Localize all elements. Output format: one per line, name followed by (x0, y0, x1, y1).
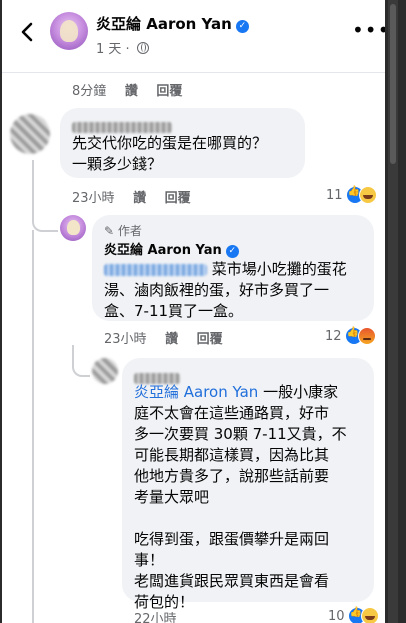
reply-text: 菜市場小吃攤的蛋花 (104, 259, 366, 280)
reply-author[interactable]: 炎亞綸 Aaron Yan ✓ (104, 239, 239, 258)
reply-bubble: ✎ 作者 炎亞綸 Aaron Yan ✓ 菜市場小吃攤的蛋花 湯、滷肉飯裡的蛋，好… (92, 215, 374, 321)
post-meta: 1 天 · (96, 38, 149, 57)
reply-bubble: 炎亞綸 Aaron Yan 一般小康家 庭不太會在這些通路買，好市 多一次要買 … (122, 358, 374, 611)
back-arrow-icon[interactable] (16, 20, 40, 44)
haha-reaction-icon (358, 186, 377, 204)
reply-text-rest: 湯、滷肉飯裡的蛋，好市多買了一 盒、7-11買了一盒。 (104, 281, 330, 320)
reply-button[interactable]: 回覆 (156, 84, 182, 99)
like-button[interactable]: 讚 (165, 332, 178, 347)
reaction-summary[interactable]: 12 (325, 327, 376, 345)
page-avatar[interactable] (50, 12, 88, 50)
post-comments-panel: 炎亞綸 Aaron Yan✓ 1 天 · ••• 8分鐘 讚 回覆 先交代你吃的… (2, 0, 385, 623)
comment-text: 先交代你吃的蛋是在哪買的？ 一顆多少錢？ (72, 134, 268, 173)
reply-actions: 23小時 讚 回覆 (104, 328, 237, 347)
thread-connector (32, 160, 58, 232)
reply-actions: 22小時 (134, 608, 191, 623)
angry-reaction-icon (357, 327, 376, 345)
reaction-summary[interactable]: 10 (328, 607, 379, 623)
comment-time[interactable]: 8分鐘 (72, 84, 106, 99)
haha-reaction-icon (360, 607, 379, 623)
verified-badge-icon: ✓ (235, 20, 249, 33)
reply-text-first: 一般小康家 (258, 383, 339, 401)
post-header: 炎亞綸 Aaron Yan✓ 1 天 · ••• (2, 0, 385, 73)
globe-icon (136, 42, 149, 54)
commenter-avatar[interactable] (10, 114, 50, 154)
mention-link[interactable]: 炎亞綸 Aaron Yan (134, 383, 258, 401)
more-options-icon[interactable]: ••• (352, 18, 385, 42)
author-avatar[interactable] (60, 215, 86, 241)
reply-button[interactable]: 回覆 (165, 191, 191, 206)
post-age[interactable]: 1 天 (96, 42, 121, 57)
thread-line (32, 230, 34, 623)
reply-text: 炎亞綸 Aaron Yan 一般小康家 (134, 382, 370, 403)
page-name-text[interactable]: 炎亞綸 Aaron Yan (96, 15, 232, 33)
commenter-name-redacted[interactable] (72, 122, 172, 133)
reply-author-name[interactable]: 炎亞綸 Aaron Yan (104, 243, 222, 258)
comment-actions: 23小時 讚 回覆 (72, 187, 205, 206)
comment-time[interactable]: 23小時 (72, 191, 115, 206)
author-tag-label: 作者 (117, 224, 142, 238)
reply-button[interactable]: 回覆 (197, 332, 223, 347)
reply-time[interactable]: 22小時 (134, 612, 177, 623)
author-tag: ✎ 作者 (104, 222, 142, 239)
like-button[interactable]: 讚 (133, 191, 146, 206)
scrollbar-thumb[interactable] (390, 4, 396, 164)
reaction-summary[interactable]: 11 (326, 186, 377, 204)
meta-separator: · (125, 42, 130, 57)
reaction-count: 10 (328, 608, 345, 623)
reply-time[interactable]: 23小時 (104, 332, 147, 347)
reply-text-rest: 庭不太會在這些通路買，好市 多一次要買 30顆 7-11又貴，不 可能長期都這樣… (134, 404, 347, 611)
pen-icon: ✎ (104, 224, 115, 238)
thread-connector (72, 345, 90, 377)
mention-redacted[interactable] (104, 263, 207, 276)
comment-bubble: 先交代你吃的蛋是在哪買的？ 一顆多少錢？ (60, 108, 305, 178)
scrollbar[interactable] (388, 0, 398, 623)
reply-text-first: 菜市場小吃攤的蛋花 (211, 260, 347, 278)
previous-comment-actions: 8分鐘 讚 回覆 (72, 80, 196, 99)
reaction-count: 11 (326, 187, 343, 203)
commenter-avatar[interactable] (92, 358, 118, 384)
like-button[interactable]: 讚 (125, 84, 138, 99)
page-name[interactable]: 炎亞綸 Aaron Yan ✓ (96, 13, 249, 34)
reaction-count: 12 (325, 328, 342, 344)
verified-badge-icon: ✓ (225, 245, 239, 258)
